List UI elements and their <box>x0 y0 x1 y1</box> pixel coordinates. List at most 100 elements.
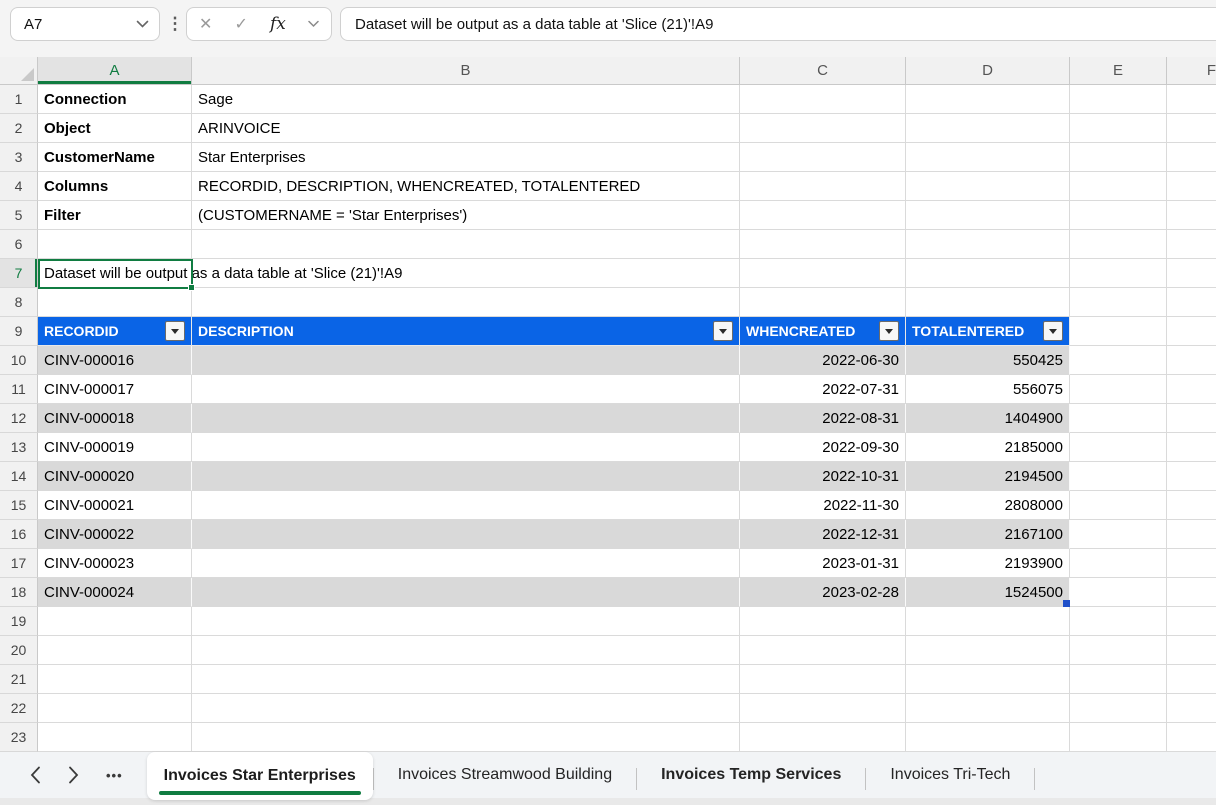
cell-whencreated[interactable]: 2023-01-31 <box>740 549 906 578</box>
cell[interactable] <box>38 288 192 317</box>
cell[interactable] <box>906 665 1070 694</box>
cell-description[interactable] <box>192 520 740 549</box>
row-header-16[interactable]: 16 <box>0 520 38 549</box>
cell[interactable] <box>1167 607 1216 636</box>
cell[interactable] <box>906 201 1070 230</box>
cell-A5[interactable]: Filter <box>38 201 192 230</box>
cell[interactable] <box>1167 114 1216 143</box>
cell[interactable] <box>38 230 192 259</box>
cell[interactable] <box>1070 114 1167 143</box>
column-header-e[interactable]: E <box>1070 57 1167 85</box>
cell[interactable] <box>1070 462 1167 491</box>
filter-button[interactable] <box>1043 321 1063 341</box>
filter-button[interactable] <box>165 321 185 341</box>
cell-A4[interactable]: Columns <box>38 172 192 201</box>
cell[interactable] <box>906 114 1070 143</box>
row-header-4[interactable]: 4 <box>0 172 38 201</box>
cell-totalentered[interactable]: 2194500 <box>906 462 1070 491</box>
cell[interactable] <box>1070 230 1167 259</box>
cell[interactable] <box>1070 433 1167 462</box>
cell[interactable] <box>1167 85 1216 114</box>
cell[interactable] <box>1167 665 1216 694</box>
cell-totalentered[interactable]: 2808000 <box>906 491 1070 520</box>
row-header-3[interactable]: 3 <box>0 143 38 172</box>
row-header-9[interactable]: 9 <box>0 317 38 346</box>
cell[interactable] <box>1167 520 1216 549</box>
row-header-12[interactable]: 12 <box>0 404 38 433</box>
row-header-13[interactable]: 13 <box>0 433 38 462</box>
cell[interactable] <box>1070 665 1167 694</box>
table-resize-handle[interactable] <box>1063 600 1070 607</box>
table-header-whencreated[interactable]: WHENCREATED <box>740 317 906 346</box>
cell[interactable] <box>1167 346 1216 375</box>
cell-whencreated[interactable]: 2022-10-31 <box>740 462 906 491</box>
cell-A3[interactable]: CustomerName <box>38 143 192 172</box>
cell[interactable] <box>1070 201 1167 230</box>
cell[interactable] <box>38 723 192 752</box>
column-header-a[interactable]: A <box>38 57 192 85</box>
column-header-d[interactable]: D <box>906 57 1070 85</box>
cell[interactable] <box>1070 491 1167 520</box>
row-header-1[interactable]: 1 <box>0 85 38 114</box>
cancel-icon[interactable]: ✕ <box>199 14 212 34</box>
cell[interactable] <box>1167 288 1216 317</box>
cell[interactable] <box>906 694 1070 723</box>
table-header-recordid[interactable]: RECORDID <box>38 317 192 346</box>
cell-whencreated[interactable]: 2022-08-31 <box>740 404 906 433</box>
cell-A2[interactable]: Object <box>38 114 192 143</box>
row-header-15[interactable]: 15 <box>0 491 38 520</box>
row-header-21[interactable]: 21 <box>0 665 38 694</box>
cell[interactable] <box>1070 694 1167 723</box>
insert-function-icon[interactable]: fx <box>270 14 286 34</box>
cell[interactable] <box>192 288 740 317</box>
cell[interactable] <box>1070 346 1167 375</box>
cell[interactable] <box>192 607 740 636</box>
row-header-2[interactable]: 2 <box>0 114 38 143</box>
cell[interactable] <box>906 143 1070 172</box>
row-header-10[interactable]: 10 <box>0 346 38 375</box>
row-header-20[interactable]: 20 <box>0 636 38 665</box>
cell[interactable] <box>1167 491 1216 520</box>
cell-whencreated[interactable]: 2022-09-30 <box>740 433 906 462</box>
cell[interactable] <box>1167 723 1216 752</box>
row-header-14[interactable]: 14 <box>0 462 38 491</box>
cell[interactable] <box>1167 404 1216 433</box>
cell[interactable] <box>740 143 906 172</box>
cell-totalentered[interactable]: 1524500 <box>906 578 1070 607</box>
name-box[interactable]: A7 <box>10 7 160 41</box>
cell[interactable] <box>1070 259 1167 288</box>
cell[interactable] <box>1070 520 1167 549</box>
cell[interactable] <box>906 259 1070 288</box>
row-header-11[interactable]: 11 <box>0 375 38 404</box>
tab-invoices-star-enterprises[interactable]: Invoices Star Enterprises <box>147 752 373 800</box>
cell-whencreated[interactable]: 2022-12-31 <box>740 520 906 549</box>
cell[interactable] <box>740 172 906 201</box>
cell[interactable] <box>1167 433 1216 462</box>
cell[interactable] <box>1070 375 1167 404</box>
cell[interactable] <box>1070 172 1167 201</box>
chevron-down-icon[interactable] <box>308 15 319 33</box>
cell-totalentered[interactable]: 2167100 <box>906 520 1070 549</box>
cell[interactable] <box>38 607 192 636</box>
cell-description[interactable] <box>192 375 740 404</box>
cell[interactable] <box>906 230 1070 259</box>
cell[interactable] <box>1167 230 1216 259</box>
cell[interactable] <box>1070 578 1167 607</box>
column-header-c[interactable]: C <box>740 57 906 85</box>
cell-recordid[interactable]: CINV-000016 <box>38 346 192 375</box>
cell-recordid[interactable]: CINV-000018 <box>38 404 192 433</box>
table-header-description[interactable]: DESCRIPTION <box>192 317 740 346</box>
filter-button[interactable] <box>879 321 899 341</box>
cell[interactable] <box>1070 549 1167 578</box>
cell[interactable] <box>740 288 906 317</box>
all-sheets-icon[interactable]: ••• <box>106 768 123 783</box>
cell[interactable] <box>740 665 906 694</box>
cell[interactable] <box>38 665 192 694</box>
cell[interactable] <box>1070 288 1167 317</box>
cell-recordid[interactable]: CINV-000024 <box>38 578 192 607</box>
cell[interactable] <box>1070 636 1167 665</box>
cell-description[interactable] <box>192 491 740 520</box>
tab-invoices-tri-tech[interactable]: Invoices Tri-Tech <box>866 752 1034 798</box>
cell-B3[interactable]: Star Enterprises <box>192 143 740 172</box>
cell[interactable] <box>906 636 1070 665</box>
